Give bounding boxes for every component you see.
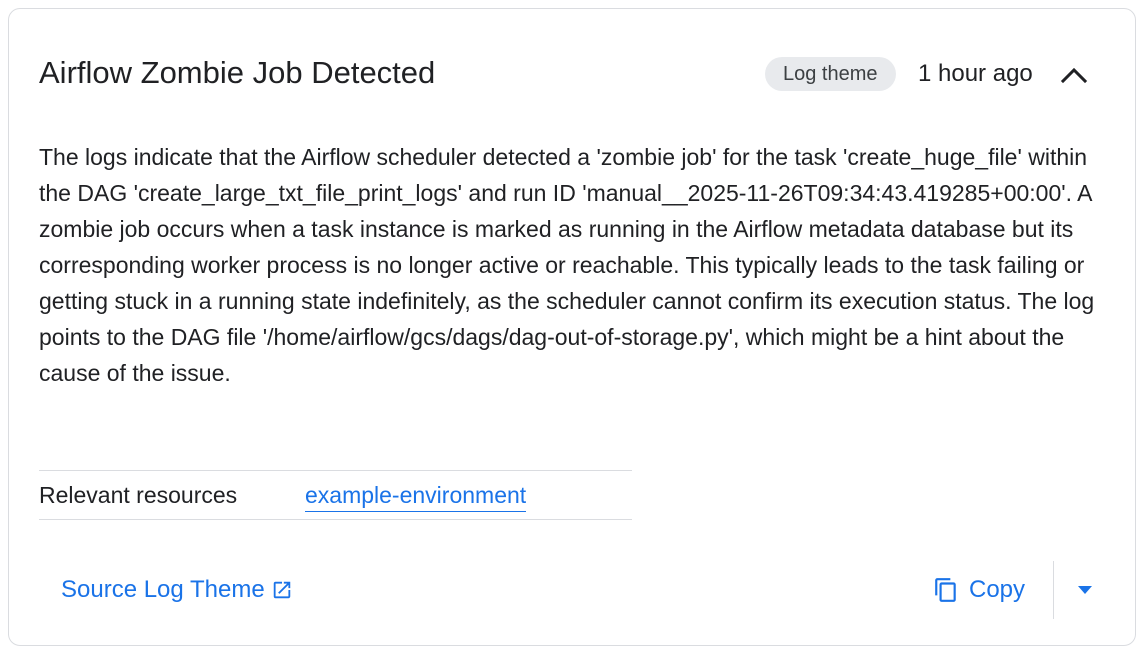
log-theme-badge: Log theme [765, 57, 896, 91]
open-in-new-icon [273, 581, 290, 599]
log-theme-card: Airflow Zombie Job Detected Log theme 1 … [8, 8, 1136, 646]
resource-link[interactable]: example-environment [305, 479, 527, 512]
copy-button[interactable]: Copy [929, 571, 1029, 609]
button-divider [1053, 561, 1054, 619]
relevant-resources-label: Relevant resources [39, 482, 238, 508]
timestamp: 1 hour ago [918, 60, 1033, 87]
arrow-drop-down-icon [1078, 586, 1092, 594]
card-title: Airflow Zombie Job Detected [39, 55, 436, 90]
collapse-button[interactable] [1054, 57, 1094, 93]
source-log-theme-link[interactable]: Source Log Theme [61, 574, 293, 606]
copy-icon [935, 578, 956, 602]
copy-label: Copy [969, 576, 1026, 603]
source-log-theme-label: Source Log Theme [61, 576, 265, 603]
relevant-resources-row: Relevant resources example-environment [39, 470, 632, 520]
copy-options-dropdown[interactable] [1067, 571, 1103, 609]
chevron-up-icon [1060, 67, 1088, 84]
summary-text: The logs indicate that the Airflow sched… [39, 144, 1095, 386]
